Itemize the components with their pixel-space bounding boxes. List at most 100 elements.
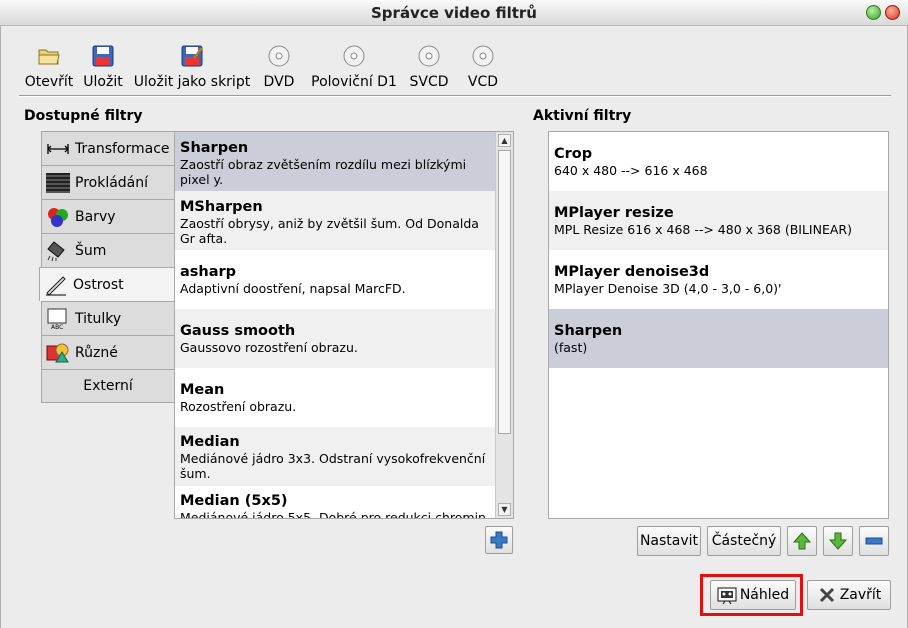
tab-label: Šum [75, 242, 107, 259]
tab-noise[interactable]: Šum [41, 233, 175, 267]
available-filters-title: Dostupné filtry [24, 108, 143, 124]
filter-description: Zaostří obrysy, aniž by zvětšil šum. Od … [180, 216, 479, 246]
open-label: Otevřít [24, 74, 74, 90]
preview-label: Náhled [739, 587, 790, 603]
tab-label: Ostrost [73, 276, 124, 293]
save-script-label: Uložit jako skript [133, 74, 251, 90]
save-script-icon [181, 45, 203, 67]
list-item[interactable]: MSharpen Zaostří obrysy, aniž by zvětšil… [175, 191, 496, 250]
svg-text:ABC: ABC [51, 324, 63, 330]
tab-misc[interactable]: Různé [41, 335, 175, 369]
close-icon [819, 587, 834, 603]
half-d1-button[interactable]: Poloviční D1 [311, 40, 397, 90]
filter-name: MPlayer denoise3d [554, 264, 710, 280]
tab-colors[interactable]: Barvy [41, 199, 175, 233]
save-script-button[interactable]: Uložit jako skript [133, 40, 251, 90]
preview-icon [717, 587, 737, 605]
half-d1-label: Poloviční D1 [311, 74, 397, 90]
scroll-up-arrow-icon[interactable]: ▲ [498, 134, 511, 147]
filter-description: (fast) [554, 340, 588, 355]
tab-external[interactable]: Externí [41, 369, 175, 403]
tab-label: Titulky [75, 310, 122, 327]
remove-filter-button[interactable] [859, 526, 889, 556]
filter-description: Gaussovo rozostření obrazu. [180, 340, 358, 355]
filter-name: Gauss smooth [180, 323, 296, 339]
minus-icon [865, 537, 883, 545]
vertical-scrollbar[interactable]: ▲ ▼ [495, 132, 513, 518]
disc-icon [472, 45, 494, 67]
active-filter-list[interactable]: Crop 640 x 480 --> 616 x 468 MPlayer res… [548, 131, 889, 519]
disc-icon [418, 45, 440, 67]
subtitles-icon: ABC [47, 308, 67, 330]
tab-interlace[interactable]: Prokládání [41, 165, 175, 199]
floppy-disk-icon [92, 45, 114, 67]
filter-name: MSharpen [180, 199, 263, 215]
tab-label: Externí [83, 378, 133, 394]
filter-name: Crop [554, 146, 593, 162]
arrow-up-icon [792, 532, 812, 550]
move-up-button[interactable] [787, 526, 817, 556]
noise-icon [47, 240, 65, 261]
configure-button[interactable]: Nastavit [637, 526, 701, 556]
scroll-thumb[interactable] [498, 150, 511, 434]
filter-description: Rozostření obrazu. [180, 399, 297, 414]
list-item[interactable]: MPlayer resize MPL Resize 616 x 468 --> … [549, 191, 888, 250]
svcd-button[interactable]: SVCD [408, 40, 450, 90]
filter-name: Median [180, 434, 240, 450]
list-item[interactable]: asharp Adaptivní doostření, napsal MarcF… [175, 250, 496, 309]
svcd-label: SVCD [409, 74, 449, 90]
filter-name: MPlayer resize [554, 205, 674, 221]
list-item[interactable]: Median Mediánové jádro 3x3. Odstraní vys… [175, 427, 496, 486]
tab-label: Prokládání [75, 174, 149, 191]
filter-name: Sharpen [554, 323, 623, 339]
tab-label: Barvy [75, 208, 116, 225]
tab-subtitles[interactable]: ABC Titulky [41, 301, 175, 335]
colors-icon [48, 207, 68, 227]
minimize-button[interactable] [866, 5, 881, 20]
disc-icon [343, 45, 365, 67]
folder-open-icon [38, 49, 60, 65]
misc-icon [46, 343, 69, 362]
window-title: Správce video filtrů [371, 4, 537, 22]
filter-name: asharp [180, 264, 237, 280]
list-item[interactable]: Sharpen Zaostří obraz zvětšením rozdílu … [175, 132, 496, 191]
filter-description: Mediánové jádro 5x5. Dobré pro redukci c… [180, 510, 486, 519]
filter-description: Mediánové jádro 3x3. Odstraní vysokofrek… [180, 451, 486, 481]
tab-transform[interactable]: Transformace [41, 131, 175, 165]
filter-description: 640 x 480 --> 616 x 468 [554, 163, 708, 178]
tab-label: Různé [75, 344, 118, 361]
add-filter-button[interactable] [485, 526, 513, 554]
interlace-icon [46, 172, 70, 193]
transform-icon [47, 143, 69, 154]
dvd-label: DVD [263, 74, 295, 90]
configure-label: Nastavit [639, 533, 699, 549]
close-button[interactable]: Zavřít [807, 580, 891, 610]
sharpness-icon [46, 275, 66, 296]
dvd-button[interactable]: DVD [261, 40, 297, 90]
partial-button[interactable]: Částečný [707, 526, 781, 556]
vcd-button[interactable]: VCD [465, 40, 501, 90]
scroll-down-arrow-icon[interactable]: ▼ [498, 503, 511, 516]
category-tabs: Transformace Prokládání Barvy Šum Ostros… [39, 131, 175, 403]
available-filter-list[interactable]: Sharpen Zaostří obraz zvětšením rozdílu … [174, 131, 514, 519]
filter-description: MPL Resize 616 x 468 --> 480 x 368 (BILI… [554, 222, 852, 237]
save-button[interactable]: Uložit [81, 40, 125, 90]
filter-description: MPlayer Denoise 3D (4,0 - 3,0 - 6,0)' [554, 281, 782, 296]
open-button[interactable]: Otevřít [23, 40, 75, 90]
filter-name: Median (5x5) [180, 493, 288, 509]
close-window-button[interactable] [885, 5, 900, 20]
list-item[interactable]: Median (5x5) Mediánové jádro 5x5. Dobré … [175, 486, 496, 519]
list-item[interactable]: Sharpen (fast) [549, 309, 888, 368]
filter-description: Zaostří obraz zvětšením rozdílu mezi blí… [180, 157, 467, 187]
filter-description: Adaptivní doostření, napsal MarcFD. [180, 281, 406, 296]
close-label: Zavřít [839, 587, 882, 603]
list-item[interactable]: Crop 640 x 480 --> 616 x 468 [549, 132, 888, 191]
list-item[interactable]: Gauss smooth Gaussovo rozostření obrazu. [175, 309, 496, 368]
list-item[interactable]: MPlayer denoise3d MPlayer Denoise 3D (4,… [549, 250, 888, 309]
tab-sharpness[interactable]: Ostrost [39, 267, 175, 301]
tab-label: Transformace [75, 140, 170, 157]
preview-button[interactable]: Náhled [710, 580, 796, 610]
list-item[interactable]: Mean Rozostření obrazu. [175, 368, 496, 427]
filter-name: Mean [180, 382, 225, 398]
move-down-button[interactable] [823, 526, 853, 556]
